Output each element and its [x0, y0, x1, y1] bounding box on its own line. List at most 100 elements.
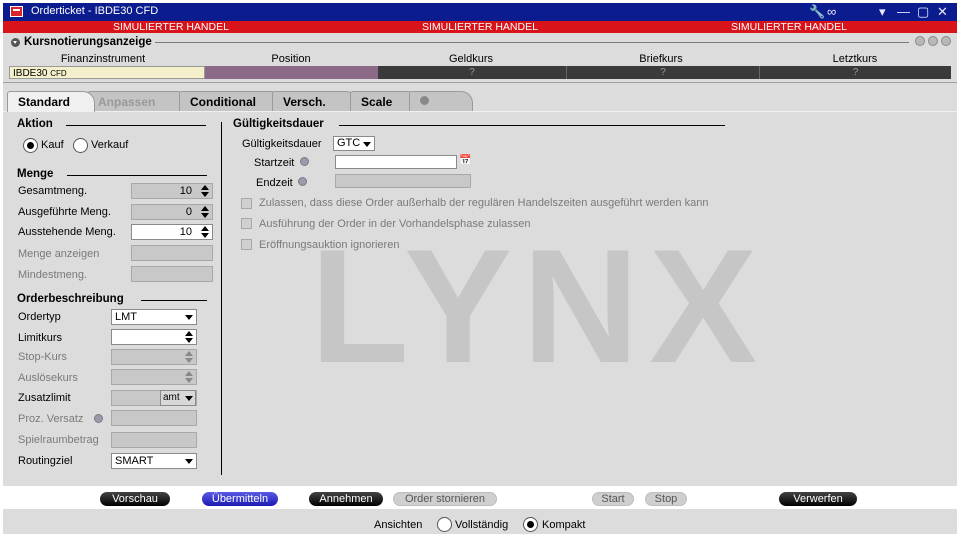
compact-view-label[interactable]: Kompakt — [542, 519, 585, 531]
app-icon — [10, 6, 23, 17]
info-icon[interactable] — [941, 36, 951, 46]
quote-panel-header[interactable]: Kursnotierungsanzeige — [11, 36, 155, 48]
remaining-qty-field[interactable]: 10 — [131, 224, 213, 240]
premarket-label[interactable]: Ausführung der Order in der Vorhandelsph… — [259, 218, 531, 230]
lynx-watermark: LYNX — [310, 216, 768, 397]
trigger-price-spinner — [185, 371, 194, 383]
info-icon[interactable] — [298, 177, 307, 186]
stop-price-label: Stop-Kurs — [18, 351, 67, 363]
info-icon[interactable] — [300, 157, 309, 166]
preview-button[interactable]: Vorschau — [100, 492, 170, 506]
filled-qty-spinner[interactable] — [201, 206, 210, 218]
buy-label[interactable]: Kauf — [41, 139, 64, 151]
ask-cell[interactable]: ? — [566, 66, 759, 79]
bid-cell[interactable]: ? — [378, 66, 566, 79]
menu-chevron-icon[interactable]: ▾ — [879, 4, 886, 19]
routing-select[interactable]: SMART — [111, 453, 197, 469]
instrument-cell[interactable]: IBDE30 CFD — [9, 66, 205, 79]
tab-more[interactable] — [409, 91, 473, 111]
last-cell: ? — [759, 66, 951, 79]
help-icon[interactable] — [915, 36, 925, 46]
compact-view-radio[interactable] — [523, 517, 538, 532]
tif-select[interactable]: GTC — [333, 136, 375, 151]
full-view-label[interactable]: Vollständig — [455, 519, 508, 531]
extra-limit-label: Zusatzlimit — [18, 392, 71, 404]
routing-value: SMART — [115, 455, 154, 467]
info-icon[interactable] — [94, 414, 103, 423]
end-time-field — [335, 174, 471, 188]
maximize-icon[interactable]: ▢ — [917, 4, 929, 19]
settings-icon[interactable] — [928, 36, 938, 46]
section-rule — [141, 300, 207, 301]
chevron-down-icon — [185, 459, 193, 464]
full-view-radio[interactable] — [437, 517, 452, 532]
total-qty-spinner[interactable] — [201, 185, 210, 197]
tab-conditional[interactable]: Conditional — [179, 91, 283, 111]
total-qty-label: Gesamtmeng. — [18, 185, 88, 197]
stop-price-field — [111, 349, 197, 365]
stop-button[interactable]: Stop — [645, 492, 687, 506]
extra-limit-unit: amt — [163, 392, 180, 403]
pct-offset-label: Proz. Versatz — [18, 413, 84, 425]
pct-offset-field — [111, 410, 197, 426]
tab-misc[interactable]: Versch. — [272, 91, 358, 111]
section-rule — [66, 125, 206, 126]
trigger-price-field — [111, 369, 197, 385]
title-bar[interactable]: Orderticket - IBDE30 CFD 🔧 ∞ ▾ — ▢ ✕ — [3, 3, 957, 21]
panel-icons — [915, 36, 951, 46]
sell-label[interactable]: Verkauf — [91, 139, 128, 151]
display-qty-label: Menge anzeigen — [18, 248, 100, 260]
end-time-label: Endzeit — [256, 177, 293, 189]
link-icon[interactable]: ∞ — [827, 4, 836, 19]
order-type-select[interactable]: LMT — [111, 309, 197, 325]
remaining-qty-label: Ausstehende Meng. — [18, 226, 116, 238]
outside-rth-checkbox[interactable] — [241, 198, 252, 209]
quote-panel: Kursnotierungsanzeige Finanzinstrument P… — [3, 33, 957, 83]
calendar-icon[interactable]: 📅 — [459, 155, 471, 166]
filled-qty-value: 0 — [185, 206, 192, 218]
position-cell — [205, 66, 378, 79]
start-time-field[interactable] — [335, 155, 457, 169]
cancel-order-button[interactable]: Order stornieren — [393, 492, 497, 506]
chevron-down-icon — [185, 396, 193, 401]
section-rule — [67, 175, 207, 176]
start-time-label: Startzeit — [254, 157, 295, 169]
views-bar: Ansichten Vollständig Kompakt — [3, 509, 957, 534]
limit-price-spinner[interactable] — [185, 331, 194, 343]
premarket-checkbox[interactable] — [241, 218, 252, 229]
transmit-button[interactable]: Übermitteln — [202, 492, 278, 506]
panel-divider — [123, 42, 909, 43]
minimize-icon[interactable]: — — [897, 4, 910, 19]
sim-label: SIMULIERTER HANDEL — [113, 21, 229, 33]
sim-label: SIMULIERTER HANDEL — [422, 21, 538, 33]
column-header-bid: Geldkurs — [448, 53, 494, 65]
remaining-qty-spinner[interactable] — [201, 226, 210, 238]
limit-price-label: Limitkurs — [18, 332, 63, 344]
tab-bar: Standard Anpassen Conditional Versch. Sc… — [3, 83, 957, 112]
start-button[interactable]: Start — [592, 492, 634, 506]
opening-auction-label[interactable]: Eröffnungsauktion ignorieren — [259, 239, 399, 251]
total-qty-value: 10 — [179, 185, 192, 197]
extra-limit-unit-select[interactable]: amt — [160, 390, 196, 406]
wrench-icon[interactable]: 🔧 — [809, 4, 825, 19]
range-amount-field — [111, 432, 197, 448]
filled-qty-field: 0 — [131, 204, 213, 220]
accept-button[interactable]: Annehmen — [309, 492, 383, 506]
tab-customize[interactable]: Anpassen — [87, 91, 189, 111]
sim-label: SIMULIERTER HANDEL — [731, 21, 847, 33]
extra-limit-field: amt — [111, 390, 197, 406]
opening-auction-checkbox[interactable] — [241, 239, 252, 250]
range-amount-label: Spielraumbetrag — [18, 434, 99, 446]
limit-price-field[interactable] — [111, 329, 197, 345]
buy-radio[interactable] — [23, 138, 38, 153]
order-form: LYNX Aktion Kauf Verkauf Menge Gesamtmen… — [3, 111, 957, 486]
validity-section-title: Gültigkeitsdauer — [233, 118, 324, 130]
tif-value: GTC — [337, 137, 361, 149]
discard-button[interactable]: Verwerfen — [779, 492, 857, 506]
tab-standard[interactable]: Standard — [7, 91, 95, 112]
outside-rth-label[interactable]: Zulassen, dass diese Order außerhalb der… — [259, 197, 708, 209]
stop-price-spinner — [185, 351, 194, 363]
collapse-icon[interactable] — [11, 37, 20, 47]
close-icon[interactable]: ✕ — [937, 4, 948, 19]
sell-radio[interactable] — [73, 138, 88, 153]
